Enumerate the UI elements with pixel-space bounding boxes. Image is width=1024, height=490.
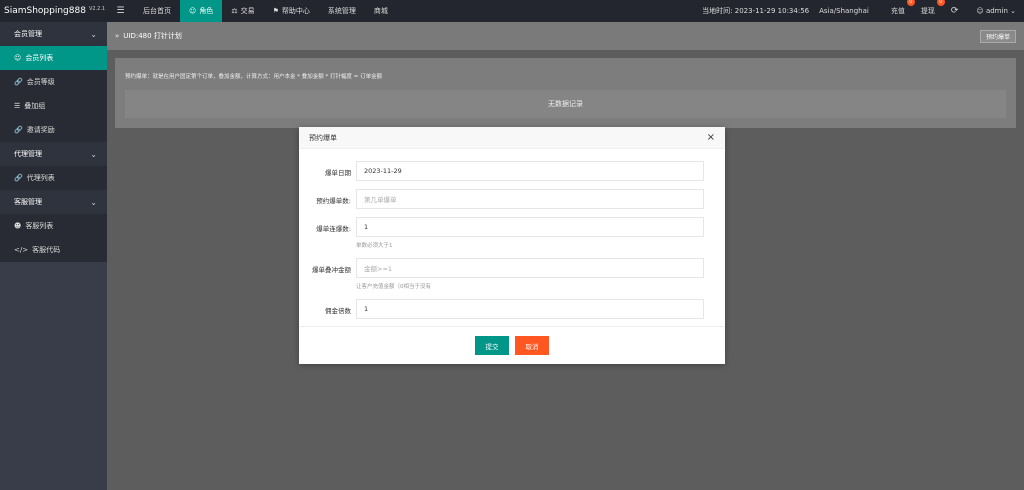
chevron-down-icon: ⌄ [90,149,97,159]
top-nav: ☰ 后台首页 ☺ 角色 ⚖ 交易 ⚑ 帮助中心 系统管理 商城 [107,0,397,22]
link-icon: 🔗 [14,126,23,134]
sidebar-item-invite-reward[interactable]: 🔗 邀请奖励 [0,118,107,142]
top-bar: SiamShopping888 V2.2.1 ☰ 后台首页 ☺ 角色 ⚖ 交易 … [0,0,1024,22]
withdraw-button[interactable]: 提现 0 [920,0,945,16]
topnav-item-trade[interactable]: ⚖ 交易 [222,0,263,22]
sidebar-item-label: 叠加组 [24,102,46,110]
version-label: V2.2.1 [88,5,106,12]
sidebar-item-service-code[interactable]: </> 客服代码 [0,238,107,262]
empty-table: 无数据记录 [125,90,1006,118]
sidebar-item-member-level[interactable]: 🔗 会员等级 [0,70,107,94]
reserve-burst-button[interactable]: 预约爆单 [979,30,1016,43]
menu-toggle-button[interactable]: ☰ [107,0,134,22]
timezone: Asia/Shanghai [819,7,869,15]
cancel-button[interactable]: 取消 [515,336,549,355]
topnav-item-system[interactable]: 系统管理 [319,0,365,22]
top-right: 当地时间: 2023-11-29 10:34:56 Asia/Shanghai … [702,0,1024,22]
withdraw-label: 提现 [920,7,935,15]
field-hint: 单数必须大于1 [356,243,393,249]
breadcrumb: » UID:480 打针计划 预约爆单 [107,22,1024,50]
field-label: 爆单连爆数: [316,225,351,233]
sidebar-item-label: 代理列表 [26,174,55,182]
page-title: UID:480 打针计划 [123,32,182,40]
dialog-title: 预约爆单 [309,133,337,142]
chevron-right-icon: » [115,32,120,40]
recharge-badge: 0 [906,0,915,6]
sidebar-item-service-list[interactable]: ☻ 客服列表 [0,214,107,238]
brand-name: SiamShopping888 [4,6,86,16]
burst-date-input[interactable]: 2023-11-29 [356,161,704,181]
submit-button[interactable]: 提交 [475,336,509,355]
link-icon: 🔗 [14,174,23,182]
field-label: 佣金倍数 [325,307,351,315]
chevron-down-icon: ⌄ [1010,7,1016,15]
chevron-down-icon: ⌄ [90,197,97,207]
topnav-item-role[interactable]: ☺ 角色 [180,0,223,22]
username: admin [985,7,1008,15]
user-icon: ☺ [14,54,22,62]
topnav-item-mall[interactable]: 商城 [365,0,397,22]
sidebar-item-label: 会员等级 [26,78,55,86]
users-icon: ☻ [14,222,22,230]
topnav-label: 帮助中心 [281,7,310,15]
sidebar-group-label: 会员管理 [14,30,42,38]
sidebar-group-service[interactable]: 客服管理 ⌄ [0,190,107,214]
field-label: 爆单日期 [325,169,351,177]
sidebar-item-member-list[interactable]: ☺ 会员列表 [0,46,107,70]
recharge-label: 充值 [890,7,905,15]
sidebar-item-label: 客服代码 [32,246,61,254]
chevron-down-icon: ⌄ [90,29,97,39]
sidebar-group-label: 客服管理 [14,198,42,206]
sidebar-item-label: 邀请奖励 [26,126,55,134]
flag-icon: ⚑ [272,7,279,15]
sidebar-item-label: 客服列表 [25,222,54,230]
field-hint: 让客户充值金额（0相当于没有 [356,284,432,290]
commission-multiplier-input[interactable]: 1 [356,299,704,319]
topnav-label: 后台首页 [143,7,171,15]
link-icon: 🔗 [14,78,23,86]
topnav-item-home[interactable]: 后台首页 [134,0,180,22]
dialog-footer: 提交 取消 [299,326,725,364]
user-icon: ☺ [976,7,984,15]
local-time: 当地时间: 2023-11-29 10:34:56 [702,7,810,15]
description-text: 预约爆单：就是在用户固定第个订单，叠加金额，计算方式：用户本金 * 叠加金额 *… [125,74,383,80]
topnav-label: 角色 [199,7,214,15]
field-label: 预约爆单数: [316,197,351,205]
topnav-label: 交易 [240,7,255,15]
scale-icon: ⚖ [231,7,238,15]
sidebar-group-label: 代理管理 [14,150,42,158]
topnav-label: 商城 [373,7,388,15]
content-panel: 预约爆单：就是在用户固定第个订单，叠加金额，计算方式：用户本金 * 叠加金额 *… [115,58,1016,128]
reserve-burst-dialog: 预约爆单 × 爆单日期 2023-11-29 预约爆单数: 第几单爆单 爆单连爆… [299,127,725,364]
empty-text: 无数据记录 [548,100,583,108]
sidebar-item-overlay-group[interactable]: ☰ 叠加组 [0,94,107,118]
order-number-input[interactable]: 第几单爆单 [356,189,704,209]
consecutive-count-input[interactable]: 1 [356,217,704,237]
dialog-header: 预约爆单 × [299,127,725,149]
withdraw-badge: 0 [936,0,945,6]
amount-input[interactable]: 金额>=1 [356,258,704,278]
brand[interactable]: SiamShopping888 V2.2.1 [0,0,107,22]
sidebar-item-label: 会员列表 [25,54,54,62]
recharge-button[interactable]: 充值 0 [890,0,915,16]
topnav-label: 系统管理 [327,7,356,15]
user-menu[interactable]: ☺ admin ⌄ [976,7,1016,15]
refresh-icon[interactable]: ⟳ [951,6,959,16]
sidebar-group-members[interactable]: 会员管理 ⌄ [0,22,107,46]
close-icon[interactable]: × [707,132,715,143]
list-icon: ☰ [14,102,21,110]
topnav-item-help[interactable]: ⚑ 帮助中心 [264,0,319,22]
field-label: 爆单叠冲金额 [312,266,351,274]
user-icon: ☺ [189,7,197,15]
sidebar-group-agents[interactable]: 代理管理 ⌄ [0,142,107,166]
menu-icon: ☰ [116,6,125,16]
sidebar-item-agent-list[interactable]: 🔗 代理列表 [0,166,107,190]
sidebar: 会员管理 ⌄ ☺ 会员列表 🔗 会员等级 ☰ 叠加组 🔗 邀请奖励 代理管理 ⌄… [0,22,107,490]
code-icon: </> [14,246,29,254]
